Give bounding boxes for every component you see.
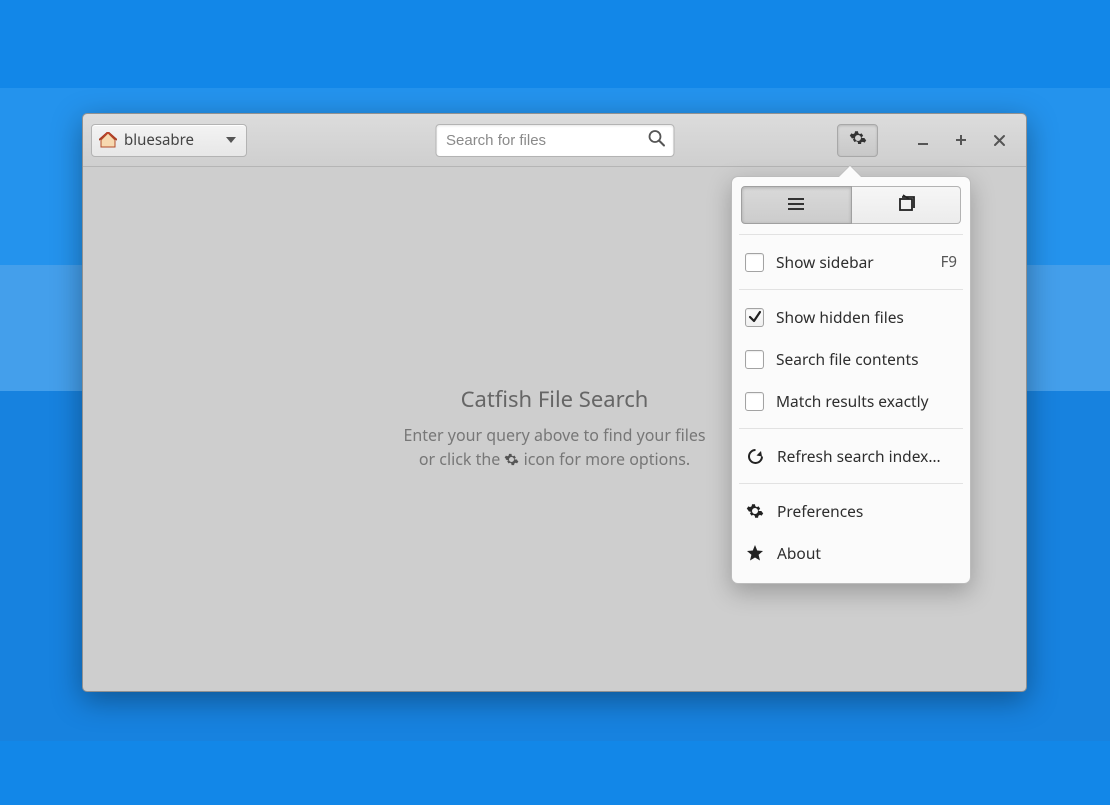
- list-view-icon: [787, 194, 805, 216]
- gear-icon: [849, 129, 867, 152]
- search-field[interactable]: [435, 124, 674, 157]
- empty-state-title: Catfish File Search: [403, 384, 705, 414]
- empty-state-line2: or click the icon for more options.: [403, 448, 705, 472]
- chevron-down-icon: [226, 137, 236, 143]
- menu-label: Preferences: [777, 500, 863, 522]
- menu-search-contents[interactable]: Search file contents: [741, 338, 961, 380]
- checkbox-checked-icon: [745, 308, 764, 327]
- window-maximize-button[interactable]: [942, 120, 980, 160]
- menu-match-exact[interactable]: Match results exactly: [741, 380, 961, 422]
- view-toggle: [741, 186, 961, 224]
- menu-shortcut: F9: [941, 252, 957, 272]
- thumbnail-view-icon: [896, 194, 916, 217]
- menu-label: Search file contents: [776, 348, 919, 370]
- titlebar: bluesabre: [83, 114, 1026, 167]
- menu-preferences[interactable]: Preferences: [741, 490, 961, 532]
- location-label: bluesabre: [124, 130, 194, 150]
- home-icon: [98, 132, 118, 148]
- menu-separator: [739, 428, 963, 429]
- app-window: bluesabre: [82, 113, 1027, 692]
- thumbnail-view-button[interactable]: [852, 186, 962, 224]
- checkbox-icon: [745, 253, 764, 272]
- menu-about[interactable]: About: [741, 532, 961, 574]
- popover-arrow: [839, 166, 861, 177]
- menu-refresh-index[interactable]: Refresh search index…: [741, 435, 961, 477]
- window-minimize-button[interactable]: [904, 120, 942, 160]
- menu-separator: [739, 483, 963, 484]
- menu-separator: [739, 234, 963, 235]
- menu-show-hidden[interactable]: Show hidden files: [741, 296, 961, 338]
- menu-label: Show sidebar: [776, 251, 874, 273]
- desktop: bluesabre: [0, 0, 1110, 805]
- window-close-button[interactable]: [980, 120, 1018, 160]
- checkbox-icon: [745, 392, 764, 411]
- gear-icon: [504, 450, 519, 472]
- settings-menu: Show sidebar F9 Show hidden files Search…: [731, 176, 971, 584]
- search-icon: [647, 129, 665, 152]
- checkbox-icon: [745, 350, 764, 369]
- settings-menu-button[interactable]: [837, 124, 878, 157]
- refresh-icon: [745, 448, 765, 465]
- list-view-button[interactable]: [741, 186, 852, 224]
- empty-state: Catfish File Search Enter your query abo…: [403, 384, 705, 474]
- location-dropdown[interactable]: bluesabre: [91, 124, 247, 157]
- star-icon: [745, 544, 765, 562]
- menu-label: Match results exactly: [776, 390, 929, 412]
- empty-state-line1: Enter your query above to find your file…: [403, 424, 705, 446]
- search-input[interactable]: [444, 131, 647, 150]
- menu-label: Refresh search index…: [777, 445, 941, 467]
- menu-show-sidebar[interactable]: Show sidebar F9: [741, 241, 961, 283]
- menu-separator: [739, 289, 963, 290]
- menu-label: Show hidden files: [776, 306, 904, 328]
- menu-label: About: [777, 542, 821, 564]
- gear-icon: [745, 502, 765, 520]
